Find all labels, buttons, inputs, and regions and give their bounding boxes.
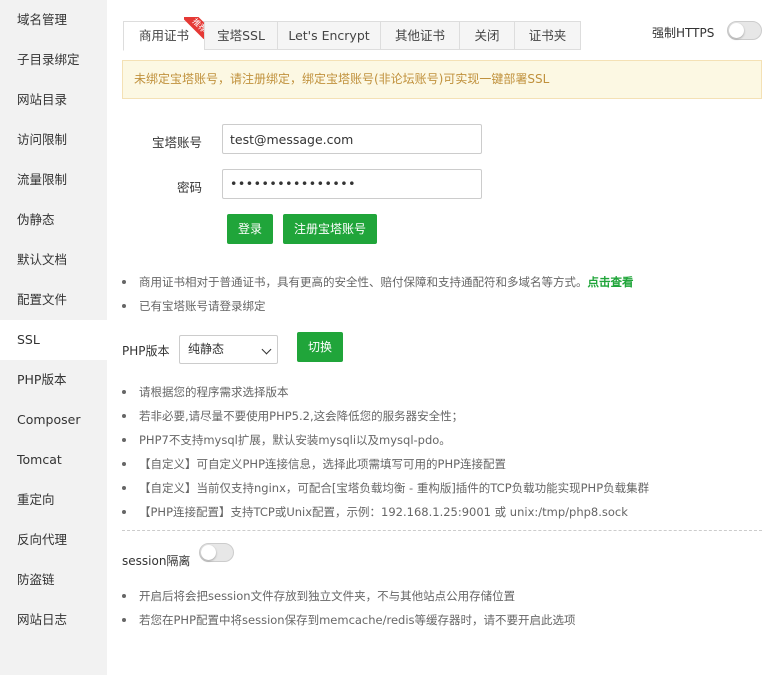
chevron-down-icon: [261, 344, 272, 355]
sidebar-item-traffic-limit[interactable]: 流量限制: [0, 160, 107, 200]
list-item: 若非必要,请尽量不要使用PHP5.2,这会降低您的服务器安全性；: [122, 404, 649, 428]
switch-php-button[interactable]: 切换: [297, 332, 343, 362]
sidebar-item-hotlink[interactable]: 防盗链: [0, 560, 107, 600]
sidebar-item-domain[interactable]: 域名管理: [0, 0, 107, 40]
tab-close[interactable]: 关闭: [459, 21, 514, 50]
tab-other-cert[interactable]: 其他证书: [380, 21, 459, 50]
php-version-label: PHP版本: [122, 344, 170, 358]
section-divider: [122, 530, 762, 531]
sidebar: 域名管理 子目录绑定 网站目录 访问限制 流量限制 伪静态 默认文档 配置文件 …: [0, 0, 107, 675]
login-button[interactable]: 登录: [227, 214, 273, 244]
view-details-link[interactable]: 点击查看: [588, 275, 634, 289]
list-item: PHP7不支持mysql扩展，默认安装mysqli以及mysql-pdo。: [122, 428, 649, 452]
sidebar-item-config-file[interactable]: 配置文件: [0, 280, 107, 320]
list-item: 【自定义】可自定义PHP连接信息，选择此项需填写可用的PHP连接配置: [122, 452, 649, 476]
account-input[interactable]: [222, 124, 482, 154]
register-button[interactable]: 注册宝塔账号: [283, 214, 377, 244]
tab-lets-encrypt[interactable]: Let's Encrypt: [277, 21, 380, 50]
list-item: 【PHP连接配置】支持TCP或Unix配置，示例：192.168.1.25:90…: [122, 500, 649, 524]
sidebar-item-php-version[interactable]: PHP版本: [0, 360, 107, 400]
ssl-tabs: 商用证书 推荐 宝塔SSL Let's Encrypt 其他证书 关闭 证书夹: [123, 17, 581, 51]
session-notes: 开启后将会把session文件存放到独立文件夹，不与其他站点公用存储位置 若您在…: [122, 584, 576, 632]
tab-bt-ssl[interactable]: 宝塔SSL: [204, 21, 277, 50]
sidebar-item-site-dir[interactable]: 网站目录: [0, 80, 107, 120]
sidebar-item-site-log[interactable]: 网站日志: [0, 600, 107, 640]
sidebar-item-tomcat[interactable]: Tomcat: [0, 440, 107, 480]
tab-label: 商用证书: [138, 28, 189, 43]
sidebar-item-access-limit[interactable]: 访问限制: [0, 120, 107, 160]
list-item: 请根据您的程序需求选择版本: [122, 380, 649, 404]
list-item: 【自定义】当前仅支持nginx，可配合[宝塔负载均衡 - 重构版]插件的TCP负…: [122, 476, 649, 500]
password-input[interactable]: ••••••••••••••••: [222, 169, 482, 199]
tab-commercial-cert[interactable]: 商用证书 推荐: [123, 17, 208, 51]
cert-notes: 商用证书相对于普通证书，具有更高的安全性、赔付保障和支持通配符和多域名等方式。点…: [122, 270, 634, 318]
sidebar-item-reverse-proxy[interactable]: 反向代理: [0, 520, 107, 560]
select-value: 纯静态: [188, 342, 225, 356]
note-text: 商用证书相对于普通证书，具有更高的安全性、赔付保障和支持通配符和多域名等方式。: [139, 275, 588, 289]
bind-account-alert: 未绑定宝塔账号，请注册绑定，绑定宝塔账号(非论坛账号)可实现一键部署SSL: [122, 60, 762, 99]
php-notes: 请根据您的程序需求选择版本 若非必要,请尽量不要使用PHP5.2,这会降低您的服…: [122, 380, 649, 524]
list-item: 若您在PHP配置中将session保存到memcache/redis等缓存器时，…: [122, 608, 576, 632]
session-isolation-toggle[interactable]: [199, 543, 234, 562]
toggle-knob: [729, 23, 744, 38]
session-isolation-label: session隔离: [122, 554, 191, 568]
sidebar-item-composer[interactable]: Composer: [0, 400, 107, 440]
list-item: 商用证书相对于普通证书，具有更高的安全性、赔付保障和支持通配符和多域名等方式。点…: [122, 270, 634, 294]
account-label: 宝塔账号: [151, 135, 202, 150]
tab-cert-folder[interactable]: 证书夹: [514, 21, 581, 50]
sidebar-item-subdir[interactable]: 子目录绑定: [0, 40, 107, 80]
password-label: 密码: [176, 180, 202, 195]
sidebar-item-default-doc[interactable]: 默认文档: [0, 240, 107, 280]
force-https-label: 强制HTTPS: [652, 26, 715, 40]
list-item: 已有宝塔账号请登录绑定: [122, 294, 634, 318]
force-https-toggle[interactable]: [727, 21, 762, 40]
php-version-select[interactable]: 纯静态: [179, 335, 278, 364]
sidebar-item-rewrite[interactable]: 伪静态: [0, 200, 107, 240]
toggle-knob: [201, 545, 216, 560]
sidebar-item-redirect[interactable]: 重定向: [0, 480, 107, 520]
sidebar-item-ssl[interactable]: SSL: [0, 320, 107, 360]
list-item: 开启后将会把session文件存放到独立文件夹，不与其他站点公用存储位置: [122, 584, 576, 608]
